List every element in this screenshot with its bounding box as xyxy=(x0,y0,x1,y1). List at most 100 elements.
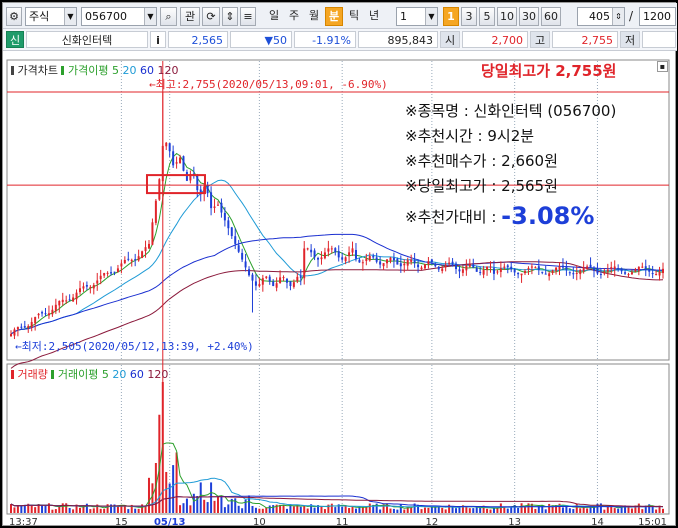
candle-body xyxy=(20,326,23,328)
menu-icon[interactable]: ≡ xyxy=(240,7,256,26)
stepper-icon[interactable]: ⇕ xyxy=(612,8,624,25)
volume-bar xyxy=(361,507,364,513)
unit-select[interactable]: 1 ▼ xyxy=(396,7,438,26)
candle-body xyxy=(185,172,188,181)
candle-body xyxy=(275,283,278,288)
candle-body xyxy=(58,300,61,306)
x-axis-ticks: 13:37 15 05/13 10 11 12 13 14 15:01 xyxy=(9,517,667,527)
candle-body xyxy=(403,263,406,266)
volume-bar xyxy=(610,506,613,513)
candle-body xyxy=(258,284,261,287)
volume-bar xyxy=(641,509,644,513)
panel-menu-icon[interactable]: ▪ xyxy=(657,61,668,72)
minute-1-button[interactable]: 1 xyxy=(443,7,459,26)
quote-bar: 신 신화인터텍 i 2,565 ▼50 -1.91% 895,843 시 2,7… xyxy=(3,29,677,51)
chart-canvas[interactable]: 13:37 15 05/13 10 11 12 13 14 15:01 xyxy=(3,52,677,527)
price-change: ▼50 xyxy=(230,31,292,48)
candle-body xyxy=(75,292,78,300)
tab-month[interactable]: 월 xyxy=(305,7,323,26)
candle-body xyxy=(47,313,50,316)
updown-icon[interactable]: ⇕ xyxy=(222,7,238,26)
volume-bar xyxy=(437,506,440,513)
info-icon[interactable]: i xyxy=(150,31,166,48)
tab-minute[interactable]: 분 xyxy=(325,7,343,26)
volume-bar xyxy=(134,508,137,513)
chevron-down-icon[interactable]: ▼ xyxy=(425,8,437,25)
candle-body xyxy=(130,259,133,262)
minute-3-button[interactable]: 3 xyxy=(461,7,477,26)
candle-body xyxy=(527,268,530,270)
minute-10-button[interactable]: 10 xyxy=(497,7,517,26)
volume-bar xyxy=(241,508,244,513)
volume-bar xyxy=(589,507,592,513)
code-input[interactable]: 056700 ▼ xyxy=(81,7,157,26)
refresh-icon[interactable]: ⟳ xyxy=(202,7,220,26)
volume-bar xyxy=(389,508,392,513)
volume-bar xyxy=(61,503,64,513)
volume-bar xyxy=(341,506,344,513)
minute-60-button[interactable]: 60 xyxy=(541,7,561,26)
candle-body xyxy=(168,143,171,152)
x-tick-label: 10 xyxy=(253,517,266,527)
search-icon[interactable]: ⌕ xyxy=(160,7,177,26)
candle-body xyxy=(327,248,330,252)
tab-week[interactable]: 주 xyxy=(285,7,303,26)
tab-day[interactable]: 일 xyxy=(265,7,283,26)
candle-body xyxy=(289,281,292,287)
candle-body xyxy=(72,297,75,302)
candle-body xyxy=(13,329,16,336)
candle-body xyxy=(572,273,575,275)
candle-body xyxy=(524,271,527,274)
x-tick-label: 11 xyxy=(336,517,349,527)
volume-bar xyxy=(116,506,119,513)
info-compare: ※추천가대비 : -3.08% xyxy=(405,202,594,230)
x-tick-label: 15 xyxy=(115,517,128,527)
volume-bar xyxy=(496,507,499,513)
candle-body xyxy=(375,257,378,262)
candle-body xyxy=(417,264,420,268)
candle-body xyxy=(354,249,357,259)
volume-bar xyxy=(344,505,347,513)
volume-bar xyxy=(68,507,71,513)
volume-bar xyxy=(561,507,564,513)
total-input[interactable]: 1200 xyxy=(639,7,676,26)
settings-icon[interactable]: ⚙ xyxy=(6,7,22,26)
candle-body xyxy=(579,270,582,275)
candle-body xyxy=(413,260,416,264)
volume-bar xyxy=(403,509,406,513)
info-compare-label: ※추천가대비 : xyxy=(405,208,502,226)
candle-body xyxy=(427,261,430,265)
info-stock-name: ※종목명 : 신화인터텍 (056700) xyxy=(405,102,617,120)
candle-body xyxy=(213,206,216,208)
market-select[interactable]: 주식 ▼ xyxy=(25,7,77,26)
volume-bar xyxy=(568,508,571,513)
volume-value: 895,843 xyxy=(358,31,438,48)
volume-bar xyxy=(579,508,582,513)
candle-body xyxy=(341,257,344,260)
candle-body xyxy=(303,248,306,279)
open-label: 시 xyxy=(440,31,460,48)
volume-bar xyxy=(517,507,520,513)
candle-body xyxy=(348,252,351,256)
tab-year[interactable]: 년 xyxy=(365,7,383,26)
count-input[interactable]: 405 ⇕ xyxy=(577,7,625,26)
candle-body xyxy=(96,280,99,284)
candle-body xyxy=(61,299,64,302)
minute-5-button[interactable]: 5 xyxy=(479,7,495,26)
chevron-down-icon[interactable]: ▼ xyxy=(64,8,76,25)
volume-bar xyxy=(572,509,575,513)
candle-body xyxy=(279,277,282,283)
volume-title: 거래량 xyxy=(17,368,48,381)
volume-bar xyxy=(261,508,264,513)
candle-body xyxy=(589,264,592,268)
minute-30-button[interactable]: 30 xyxy=(519,7,539,26)
volume-bar xyxy=(330,503,333,513)
candle-body xyxy=(272,281,275,286)
candle-body xyxy=(651,273,654,275)
chevron-down-icon[interactable]: ▼ xyxy=(144,8,156,25)
candle-body xyxy=(361,262,364,264)
gwan-button[interactable]: 관 xyxy=(180,7,200,26)
candle-body xyxy=(85,284,88,287)
chart-area[interactable]: 13:37 15 05/13 10 11 12 13 14 15:01 가격차트 가격이평 5 … xyxy=(3,52,677,527)
tab-tick[interactable]: 틱 xyxy=(345,7,363,26)
